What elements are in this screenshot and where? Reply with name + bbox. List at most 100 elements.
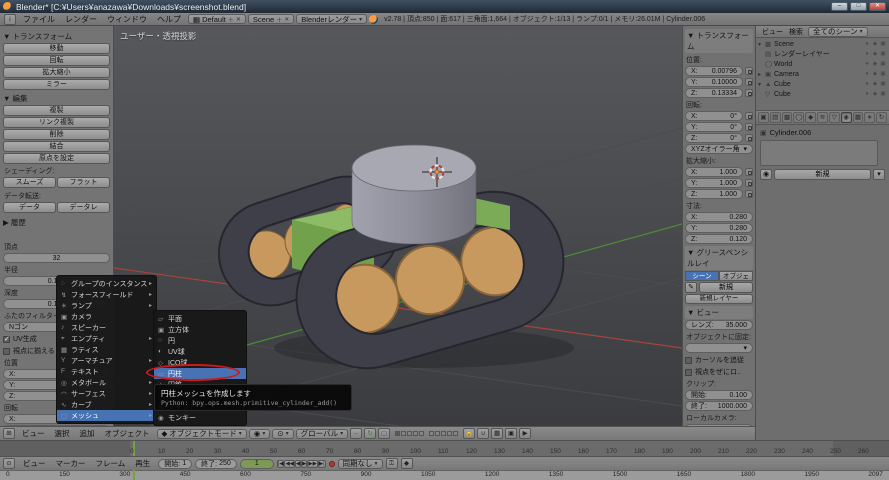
playback-button[interactable]: ▶▶ [307,460,317,468]
add-menu-item[interactable]: ◠ サーフェス ▸ [57,388,156,399]
number-field[interactable]: Z:0.120 [685,234,753,244]
menubar-item[interactable]: ファイル [18,15,60,24]
opengl-render-anim-icon[interactable]: ▶ [519,428,531,439]
panel-header-transform[interactable]: ▼ トランスフォーム [3,31,110,42]
view3d-menu-item[interactable]: オブジェクト [100,429,155,438]
checkbox[interactable] [685,357,692,364]
number-field[interactable]: 開始:0.100 [685,390,753,400]
number-field[interactable]: Z:1.000 [685,189,743,199]
visibility-eye-icon[interactable]: ● [863,41,871,47]
mesh-submenu-item[interactable]: ○ 円 [154,335,246,346]
number-field[interactable]: X:0° [685,111,743,121]
snap-element-icon[interactable]: ▦ [491,428,503,439]
outliner-row[interactable]: ▾ ▩ Scene ● ◆ ▣ [758,39,887,49]
timeline-menu-item[interactable]: ビュー [18,459,51,468]
selectability-icon[interactable]: ◆ [871,81,879,87]
panel-header-transform[interactable]: ▼ トランスフォーム [685,29,753,53]
new-layer-button[interactable]: 新規レイヤー [685,294,753,304]
properties-tab-icon[interactable]: ▦ [853,112,864,123]
manipulator-translate-icon[interactable]: ↔ [350,428,362,439]
add-menu-item[interactable]: Y アーマチュア ▸ [57,355,156,366]
tool-button[interactable]: 削除 [3,129,110,140]
properties-tab-icon[interactable]: ◉ [841,112,852,123]
menubar-item[interactable]: ウィンドウ [102,15,152,24]
outliner-row[interactable]: ▤ レンダーレイヤー ● ◆ ▣ [758,49,887,59]
tool-button[interactable]: スムーズ [3,177,56,188]
panel-header-grease-pencil[interactable]: ▼ グリースペンシルレイ [685,246,753,270]
selectability-icon[interactable]: ◆ [871,41,879,47]
properties-tab-icon[interactable]: ↻ [876,112,887,123]
number-field[interactable]: Y:0° [685,122,743,132]
visibility-eye-icon[interactable]: ● [863,61,871,67]
number-field[interactable]: 32 [3,253,110,263]
checkbox[interactable] [3,348,10,355]
panel-header-edit[interactable]: ▼ 編集 [3,93,110,104]
material-sphere-icon[interactable]: ◉ [760,169,772,180]
minimize-button[interactable]: – [831,2,848,11]
renderability-icon[interactable]: ▣ [879,41,887,47]
render-engine-select[interactable]: Blenderレンダー ▾ [296,14,367,24]
layer-widget[interactable] [395,431,458,436]
selectability-icon[interactable]: ◆ [871,51,879,57]
checkbox[interactable] [685,369,692,376]
expand-icon[interactable]: ▾ [758,81,765,88]
mesh-submenu-item[interactable]: ▭ 円柱 [154,368,246,379]
add-menu-item[interactable]: ♪ スピーカー [57,322,156,333]
view3d-menu-item[interactable]: ビュー [17,429,50,438]
renderability-icon[interactable]: ▣ [879,81,887,87]
editor-type-icon[interactable]: ⊞ [3,428,15,439]
selectability-icon[interactable]: ◆ [871,61,879,67]
timeline-menu-item[interactable]: フレーム [91,459,131,468]
new-material-button[interactable]: 新規 [774,169,871,180]
screen-layout-select[interactable]: ▦ Default ＋ ✕ [188,14,246,24]
properties-tab-icon[interactable]: ∗ [864,112,875,123]
expand-icon[interactable]: ▾ [758,41,765,48]
outliner-row[interactable]: ▸ ▣ Camera ● ◆ ▣ [758,69,887,79]
panel-header-view[interactable]: ▼ ビュー [685,306,753,319]
manipulator-scale-icon[interactable]: ▢ [378,428,390,439]
renderability-icon[interactable]: ▣ [879,71,887,77]
lock-icon[interactable] [745,179,753,187]
view3d-menu-item[interactable]: 追加 [75,429,100,438]
number-field[interactable]: Z:0° [685,133,743,143]
renderability-icon[interactable]: ▣ [879,91,887,97]
renderability-icon[interactable]: ▣ [879,51,887,57]
lock-icon[interactable] [745,112,753,120]
tool-button[interactable]: ミラー [3,79,110,90]
tool-button[interactable]: フラット [57,177,110,188]
close-button[interactable]: ✕ [869,2,886,11]
lock-icon[interactable] [745,168,753,176]
timeline-menu-item[interactable]: 再生 [130,459,155,468]
add-menu-item[interactable]: ◎ メタボール ▸ [57,377,156,388]
add-menu-item[interactable]: ▢ メッシュ ▸ [57,410,156,421]
selectability-icon[interactable]: ◆ [871,71,879,77]
view3d-menu-item[interactable]: 選択 [50,429,75,438]
frame-end-field[interactable]: 終了:250 [195,459,237,469]
opengl-render-icon[interactable]: ▣ [505,428,517,439]
lock-icon[interactable] [745,123,753,131]
tool-button[interactable]: 回転 [3,55,110,66]
lock-icon[interactable] [745,67,753,75]
keyframe-insert-icon[interactable]: ◆ [401,458,413,469]
outliner-filter-select[interactable]: 全てのシーン▾ [808,27,868,37]
selectability-icon[interactable]: ◆ [871,91,879,97]
number-field[interactable]: Y:1.000 [685,178,743,188]
add-menu-item[interactable]: ↯ フォースフィールド ▸ [57,289,156,300]
material-slot-list[interactable] [760,140,878,166]
outliner-row[interactable]: ◯ World ● ◆ ▣ [758,59,887,69]
properties-tab-icon[interactable]: ◯ [793,112,804,123]
editor-type-icon[interactable]: i [4,14,16,25]
add-scene-icon[interactable]: ＋ [276,15,282,24]
number-field[interactable]: X:0.00796 [685,66,743,76]
lock-icon[interactable]: 🔒 [463,428,475,439]
lens-field[interactable]: レンズ:35.000 [685,320,753,330]
properties-tab-icon[interactable]: ◆ [805,112,816,123]
tool-button[interactable]: 複製 [3,105,110,116]
properties-tab-icon[interactable]: ≋ [817,112,828,123]
add-menu-item[interactable]: ▦ ラティス [57,344,156,355]
browse-icon[interactable]: ▾ [873,169,885,180]
scene-select[interactable]: Scene ＋ ✕ [248,14,294,24]
mesh-submenu-item[interactable]: ▱ 平面 [154,313,246,324]
tool-button[interactable]: 結合 [3,141,110,152]
tool-button[interactable]: 拡大縮小 [3,67,110,78]
